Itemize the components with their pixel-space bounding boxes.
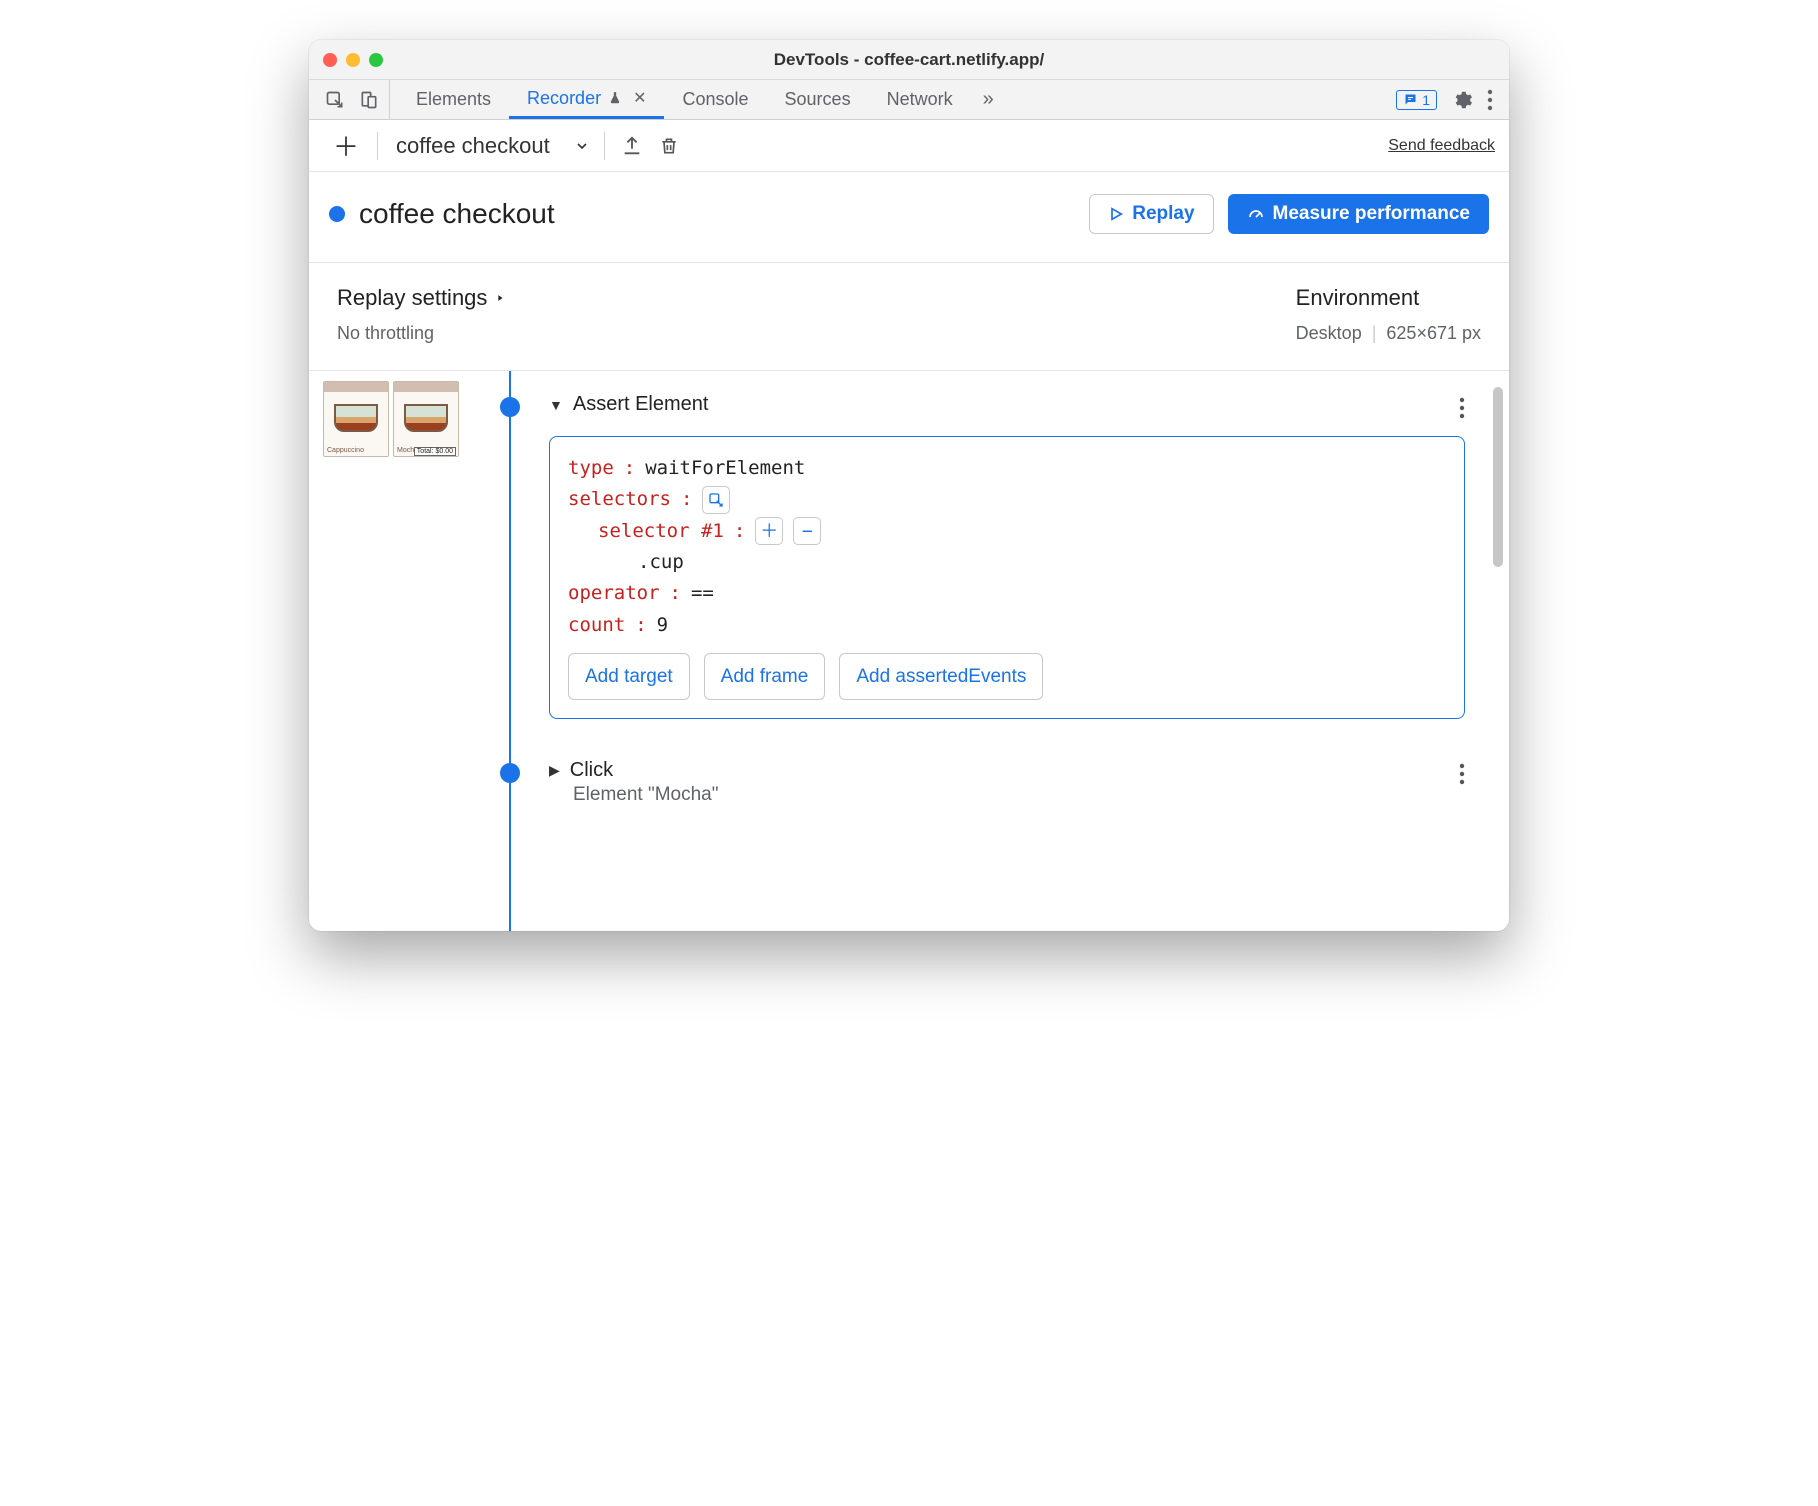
recording-title: coffee checkout — [359, 198, 555, 230]
step-details-card: type: waitForElement selectors: selector… — [549, 436, 1465, 719]
recording-status-dot-icon — [329, 206, 345, 222]
environment-label: Environment — [1296, 285, 1481, 311]
field-value-count[interactable]: 9 — [657, 610, 668, 641]
devtools-window: DevTools - coffee-cart.netlify.app/ Elem… — [309, 40, 1509, 931]
thumbnail-column: Cappuccino Mocha Total: $0.00 — [309, 371, 469, 931]
send-feedback-link[interactable]: Send feedback — [1388, 137, 1495, 155]
window-title: DevTools - coffee-cart.netlify.app/ — [309, 50, 1509, 70]
timeline-node-icon — [500, 397, 520, 417]
step-subtitle: Element "Mocha" — [549, 784, 719, 806]
recording-select[interactable]: coffee checkout — [386, 133, 596, 159]
add-asserted-events-button[interactable]: Add assertedEvents — [839, 653, 1043, 700]
new-recording-button[interactable]: ＋ — [323, 127, 369, 164]
export-icon[interactable] — [613, 135, 651, 157]
tab-console[interactable]: Console — [664, 80, 766, 119]
caret-down-icon: ▼ — [549, 397, 563, 413]
step-header[interactable]: ▼ Assert Element — [549, 393, 1465, 416]
tab-elements[interactable]: Elements — [398, 80, 509, 119]
pick-selector-icon[interactable] — [702, 486, 730, 514]
caret-right-icon: ▶ — [549, 762, 560, 779]
tabs-bar: Elements Recorder ✕ Console Sources Netw… — [309, 80, 1509, 120]
tab-sources[interactable]: Sources — [767, 80, 869, 119]
step-assert-element: ▼ Assert Element type: waitForElement se… — [469, 393, 1465, 719]
field-key-operator: operator — [568, 578, 660, 609]
tab-recorder[interactable]: Recorder ✕ — [509, 80, 664, 119]
timeline: ▼ Assert Element type: waitForElement se… — [469, 371, 1509, 931]
field-value-type[interactable]: waitForElement — [645, 453, 805, 484]
minimize-window-button[interactable] — [346, 53, 360, 67]
field-key-selectors: selectors — [568, 484, 671, 515]
tab-network[interactable]: Network — [869, 80, 971, 119]
field-key-count: count — [568, 610, 625, 641]
replay-settings-toggle[interactable]: Replay settings — [337, 285, 505, 311]
field-key-selector-1: selector #1 — [598, 516, 724, 547]
more-menu-icon[interactable] — [1487, 89, 1493, 111]
throttling-value: No throttling — [337, 323, 505, 344]
field-key-type: type — [568, 453, 614, 484]
step-header[interactable]: ▶ Click Element "Mocha" — [549, 759, 1465, 806]
timeline-node-icon — [500, 763, 520, 783]
measure-performance-button[interactable]: Measure performance — [1228, 194, 1489, 234]
zoom-window-button[interactable] — [369, 53, 383, 67]
delete-icon[interactable] — [651, 135, 687, 157]
traffic-lights — [323, 53, 383, 67]
add-selector-button[interactable]: ＋ — [755, 517, 783, 545]
add-target-button[interactable]: Add target — [568, 653, 690, 700]
chevron-down-icon — [574, 138, 590, 154]
gauge-icon — [1247, 205, 1265, 223]
chat-icon — [1403, 92, 1418, 107]
add-frame-button[interactable]: Add frame — [704, 653, 826, 700]
flask-icon — [608, 90, 622, 106]
step-menu-icon[interactable] — [1459, 397, 1465, 419]
recording-header: coffee checkout Replay Measure performan… — [309, 172, 1509, 263]
tabs-overflow-icon[interactable]: » — [971, 80, 1006, 119]
caret-right-icon — [495, 291, 505, 305]
settings-row: Replay settings No throttling Environmen… — [309, 263, 1509, 371]
settings-gear-icon[interactable] — [1451, 89, 1473, 111]
screenshot-thumbnail[interactable]: Cappuccino — [323, 381, 389, 457]
recorder-toolbar: ＋ coffee checkout Send feedback — [309, 120, 1509, 172]
remove-selector-button[interactable]: − — [793, 517, 821, 545]
selector-value[interactable]: .cup — [638, 547, 684, 578]
device-toolbar-icon[interactable] — [359, 90, 379, 110]
close-tab-icon[interactable]: ✕ — [633, 88, 646, 108]
environment-value: Desktop|625×671 px — [1296, 323, 1481, 344]
close-window-button[interactable] — [323, 53, 337, 67]
titlebar: DevTools - coffee-cart.netlify.app/ — [309, 40, 1509, 80]
field-value-operator[interactable]: == — [691, 578, 714, 609]
replay-button[interactable]: Replay — [1089, 194, 1213, 234]
scrollbar[interactable] — [1493, 387, 1503, 567]
inspect-element-icon[interactable] — [325, 90, 345, 110]
steps-area: Cappuccino Mocha Total: $0.00 ▼ Assert E… — [309, 371, 1509, 931]
play-icon — [1108, 206, 1124, 222]
step-click: ▶ Click Element "Mocha" — [469, 759, 1465, 806]
issues-badge[interactable]: 1 — [1396, 90, 1437, 110]
screenshot-thumbnail[interactable]: Mocha Total: $0.00 — [393, 381, 459, 457]
step-menu-icon[interactable] — [1459, 763, 1465, 785]
